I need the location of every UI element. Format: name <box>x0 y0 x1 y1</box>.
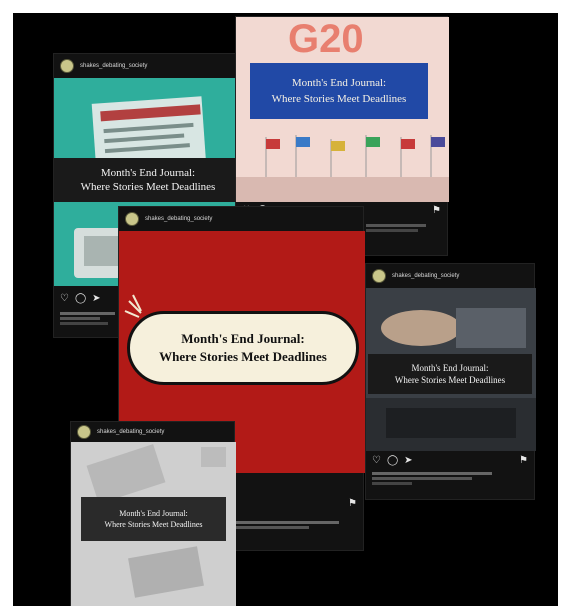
post-header: shakes_debating_society <box>71 422 234 442</box>
title-line-1: Month's End Journal: <box>100 167 196 179</box>
title-line-2: Where Stories Meet Deadlines <box>159 349 327 364</box>
avatar[interactable] <box>60 59 74 73</box>
title-line-2: Where Stories Meet Deadlines <box>271 93 407 105</box>
post-laptop[interactable]: shakes_debating_society Month's End Jour… <box>365 263 536 500</box>
comment-icon[interactable]: ◯ <box>75 293 86 304</box>
collage-canvas: shakes_debating_society Month's End Jour… <box>13 13 558 606</box>
post-header: shakes_debating_society <box>54 54 257 78</box>
share-icon[interactable]: ➤ <box>404 455 412 466</box>
bookmark-icon[interactable]: ⚑ <box>348 498 357 509</box>
title-line-1: Month's End Journal: <box>119 509 188 518</box>
title-brush-banner: Month's End Journal: Where Stories Meet … <box>368 354 532 394</box>
caption-placeholder <box>60 310 120 327</box>
title-brush-banner: Month's End Journal: Where Stories Meet … <box>250 63 428 119</box>
caption-placeholder <box>372 470 522 487</box>
heart-icon[interactable]: ♡ <box>372 455 381 466</box>
bookmark-icon[interactable]: ⚑ <box>432 205 441 216</box>
title-line-2: Where Stories Meet Deadlines <box>394 375 506 385</box>
title-line-1: Month's End Journal: <box>291 77 387 89</box>
caption-placeholder <box>229 519 349 531</box>
title-line-2: Where Stories Meet Deadlines <box>80 181 216 193</box>
title-line-1: Month's End Journal: <box>411 363 489 373</box>
post-header: shakes_debating_society <box>119 207 363 231</box>
bookmark-icon[interactable]: ⚑ <box>519 455 528 466</box>
username[interactable]: shakes_debating_society <box>392 273 459 279</box>
comment-icon[interactable]: ◯ <box>387 455 398 466</box>
title-line-1: Month's End Journal: <box>181 331 305 346</box>
username[interactable]: shakes_debating_society <box>145 216 212 222</box>
heart-icon[interactable]: ♡ <box>60 293 69 304</box>
action-bar: ♡ ◯ ➤ ⚑ <box>372 454 528 466</box>
share-icon[interactable]: ➤ <box>92 293 100 304</box>
title-line-2: Where Stories Meet Deadlines <box>104 520 203 529</box>
avatar[interactable] <box>372 269 386 283</box>
title-bubble: Month's End Journal: Where Stories Meet … <box>127 311 359 385</box>
avatar[interactable] <box>77 425 91 439</box>
title-brush-banner: Month's End Journal: Where Stories Meet … <box>81 497 226 541</box>
username[interactable]: shakes_debating_society <box>80 63 147 69</box>
post-image[interactable]: G20 Month's End Journal: Where Stories M… <box>236 17 449 202</box>
title-brush-banner: Month's End Journal: Where Stories Meet … <box>54 158 242 202</box>
post-header: shakes_debating_society <box>366 264 534 288</box>
caption-placeholder <box>366 222 436 234</box>
post-image[interactable]: Month's End Journal: Where Stories Meet … <box>71 442 236 606</box>
username[interactable]: shakes_debating_society <box>97 429 164 435</box>
avatar[interactable] <box>125 212 139 226</box>
post-grey[interactable]: shakes_debating_society Month's End Jour… <box>70 421 236 606</box>
